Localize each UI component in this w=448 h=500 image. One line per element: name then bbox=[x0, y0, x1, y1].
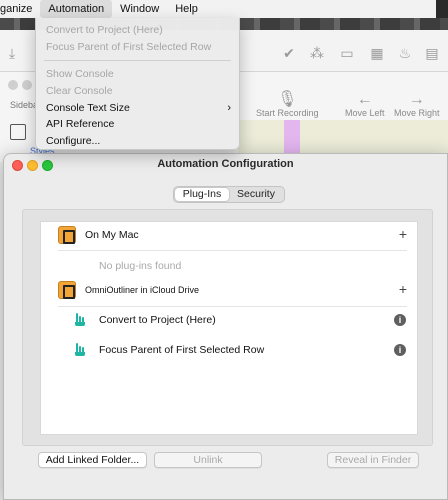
reveal-in-finder-button[interactable]: Reveal in Finder bbox=[327, 452, 419, 468]
bg-minimize-button[interactable] bbox=[22, 80, 32, 90]
menu-item-convert-to-project[interactable]: Convert to Project (Here) bbox=[36, 22, 239, 39]
start-recording-tool[interactable]: 🎙 Start Recording bbox=[256, 91, 319, 119]
automation-configuration-dialog: Automation Configuration Plug-Ins Securi… bbox=[3, 153, 448, 500]
background-outline-row bbox=[238, 120, 448, 154]
dialog-titlebar: Automation Configuration bbox=[4, 154, 447, 176]
automation-menu: Convert to Project (Here) Focus Parent o… bbox=[35, 18, 240, 150]
start-recording-label: Start Recording bbox=[256, 108, 319, 118]
plugin-name: Convert to Project (Here) bbox=[99, 314, 216, 326]
bg-close-button[interactable] bbox=[8, 80, 18, 90]
add-plugin-icon[interactable]: + bbox=[399, 281, 407, 297]
plugin-name: Focus Parent of First Selected Row bbox=[99, 344, 265, 356]
section-title: OmniOutliner in iCloud Drive bbox=[85, 285, 200, 295]
section-divider bbox=[58, 306, 407, 307]
row-highlight bbox=[284, 120, 300, 154]
sidebar-outline-icon[interactable] bbox=[10, 124, 26, 140]
download-icon: ⤓ bbox=[8, 45, 16, 61]
menu-organize[interactable]: ganize bbox=[0, 0, 40, 18]
list-item[interactable]: Convert to Project (Here) i bbox=[41, 311, 417, 331]
section-divider bbox=[58, 250, 407, 251]
menu-item-console-text-size[interactable]: Console Text Size › bbox=[36, 100, 239, 117]
dialog-title: Automation Configuration bbox=[157, 158, 294, 170]
folder-icon bbox=[58, 226, 76, 244]
grid-icon: ▤ bbox=[425, 45, 439, 61]
tab-security[interactable]: Security bbox=[229, 188, 283, 201]
checkmark-circle-icon: ✔ bbox=[283, 45, 295, 61]
sidebar-label: Sideba bbox=[10, 100, 39, 110]
section-on-my-mac: On My Mac + bbox=[41, 225, 417, 247]
menubar-edge bbox=[436, 0, 448, 18]
plugin-hand-icon bbox=[75, 343, 85, 356]
add-linked-folder-button[interactable]: Add Linked Folder... bbox=[38, 452, 147, 468]
move-left-label: Move Left bbox=[345, 108, 385, 118]
add-plugin-icon[interactable]: + bbox=[399, 226, 407, 242]
tab-plug-ins[interactable]: Plug-Ins bbox=[175, 188, 229, 201]
list-item[interactable]: Focus Parent of First Selected Row i bbox=[41, 341, 417, 361]
tab-segmented-control: Plug-Ins Security bbox=[173, 186, 285, 203]
move-right-tool[interactable]: → Move Right bbox=[394, 91, 440, 119]
console-text-size-label: Console Text Size bbox=[46, 101, 130, 114]
move-right-label: Move Right bbox=[394, 108, 440, 118]
plugins-list: On My Mac + No plug-ins found OmniOutlin… bbox=[40, 221, 418, 435]
arrow-left-icon: ← bbox=[356, 91, 373, 108]
menu-help[interactable]: Help bbox=[167, 0, 206, 18]
plugins-panel: On My Mac + No plug-ins found OmniOutlin… bbox=[22, 209, 433, 446]
folder-icon bbox=[58, 281, 76, 299]
move-left-tool[interactable]: ← Move Left bbox=[345, 91, 385, 119]
menu-item-clear-console[interactable]: Clear Console bbox=[36, 83, 239, 100]
shapes-icon: ⁂ bbox=[310, 45, 324, 61]
menu-item-api-reference[interactable]: API Reference bbox=[36, 116, 239, 133]
info-icon[interactable]: i bbox=[394, 314, 406, 326]
menu-item-focus-parent[interactable]: Focus Parent of First Selected Row bbox=[36, 39, 239, 56]
no-plugins-text: No plug-ins found bbox=[99, 260, 182, 272]
arrow-right-icon: → bbox=[408, 91, 425, 108]
section-icloud-drive: OmniOutliner in iCloud Drive + bbox=[41, 280, 417, 302]
info-icon[interactable]: i bbox=[394, 344, 406, 356]
calendar-icon: ▦ bbox=[370, 45, 384, 61]
rectangle-icon: ▭ bbox=[340, 45, 354, 61]
menu-window[interactable]: Window bbox=[112, 0, 167, 18]
menu-bar: ganize Automation Window Help bbox=[0, 0, 448, 18]
menu-item-show-console[interactable]: Show Console bbox=[36, 66, 239, 83]
section-title: On My Mac bbox=[85, 229, 139, 241]
flame-icon: ♨ bbox=[398, 45, 412, 61]
chevron-right-icon: › bbox=[227, 101, 231, 114]
menu-item-configure[interactable]: Configure... bbox=[36, 133, 239, 150]
plugin-hand-icon bbox=[75, 313, 85, 326]
menu-automation[interactable]: Automation bbox=[40, 0, 113, 18]
unlink-button[interactable]: Unlink bbox=[154, 452, 262, 468]
menu-separator bbox=[44, 60, 231, 62]
microphone-icon: 🎙 bbox=[277, 91, 298, 108]
